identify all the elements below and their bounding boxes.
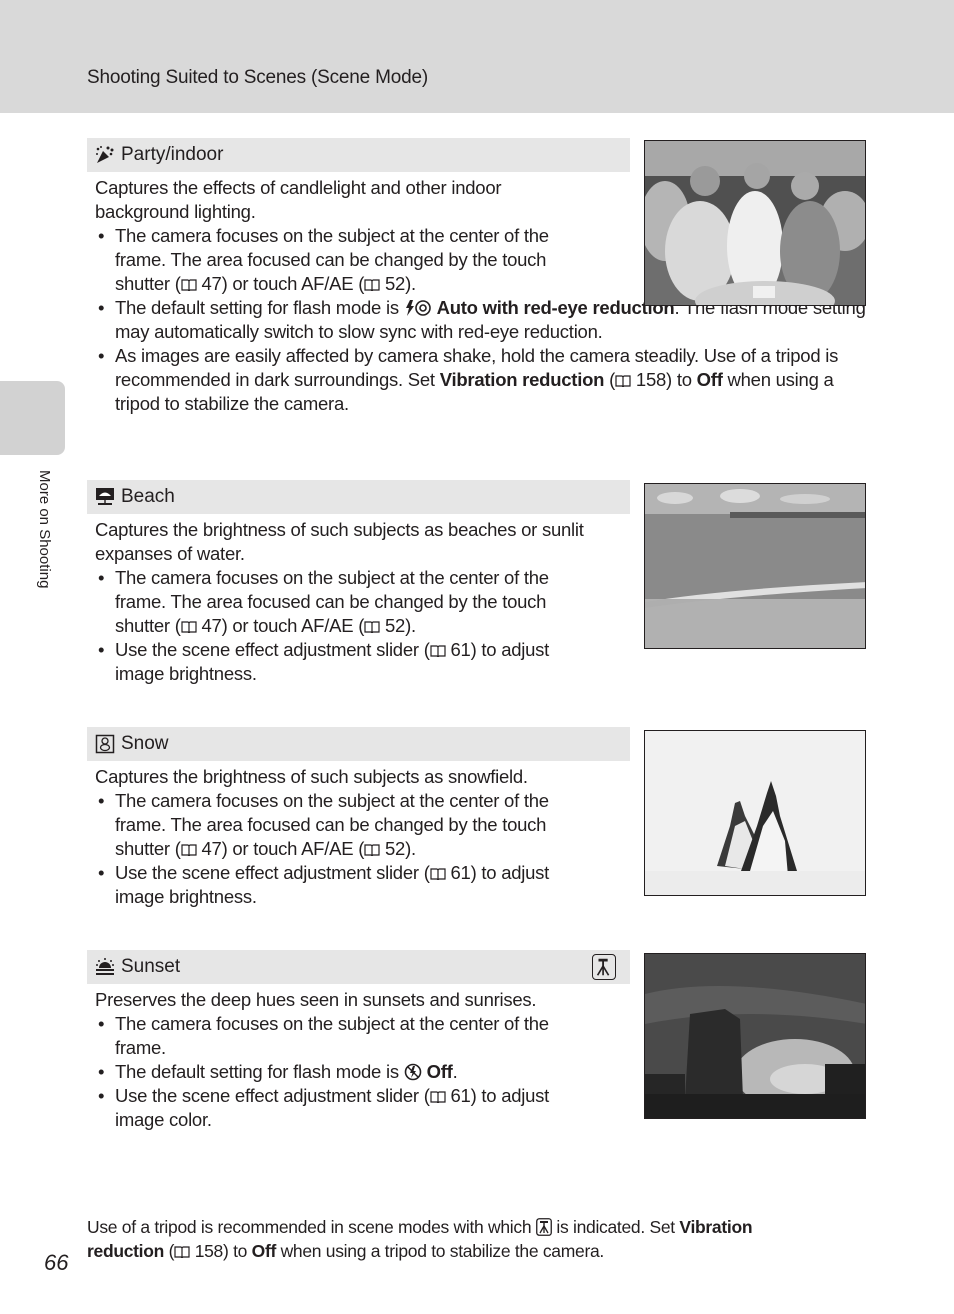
- section-heading: Beach: [87, 480, 630, 514]
- section-title: Beach: [121, 486, 175, 507]
- chapter-tab: [0, 381, 65, 455]
- party-photo: [644, 140, 866, 306]
- section-heading: Party/indoor: [87, 138, 630, 172]
- book-reference-icon: [364, 279, 380, 291]
- list-item: The camera focuses on the subject at the…: [95, 789, 575, 861]
- party-indoor-icon: [96, 146, 114, 163]
- section-description: Captures the effects of candlelight and …: [95, 177, 502, 222]
- section-description: Preserves the deep hues seen in sunsets …: [95, 989, 537, 1010]
- section-beach: Beach Captures the brightness of such su…: [87, 480, 630, 686]
- book-reference-icon: [181, 279, 197, 291]
- tripod-icon: [592, 954, 616, 980]
- page-title: Shooting Suited to Scenes (Scene Mode): [87, 67, 428, 88]
- beach-icon: [96, 488, 114, 505]
- list-item: The camera focuses on the subject at the…: [95, 1012, 585, 1060]
- list-item: The camera focuses on the subject at the…: [95, 224, 575, 296]
- section-sunset: Sunset Preserves the deep hues seen in s…: [87, 950, 630, 1132]
- section-description: Captures the brightness of such subjects…: [95, 519, 584, 564]
- book-reference-icon: [181, 844, 197, 856]
- section-party-indoor: Party/indoor Captures the effects of can…: [87, 138, 866, 416]
- list-item: Use the scene effect adjustment slider (…: [95, 1084, 595, 1132]
- book-reference-icon: [364, 621, 380, 633]
- section-title: Snow: [121, 733, 169, 754]
- page-number: 66: [44, 1250, 69, 1275]
- tripod-icon: [535, 1218, 552, 1236]
- section-title: Sunset: [121, 956, 181, 977]
- page-header: Shooting Suited to Scenes (Scene Mode): [0, 0, 954, 113]
- section-snow: Snow Captures the brightness of such sub…: [87, 727, 630, 909]
- tripod-note: Use of a tripod is recommended in scene …: [87, 1217, 753, 1261]
- book-reference-icon: [615, 375, 631, 387]
- list-item: Use the scene effect adjustment slider (…: [95, 638, 595, 686]
- book-reference-icon: [364, 844, 380, 856]
- beach-photo: [644, 483, 866, 649]
- snow-icon: [95, 734, 115, 754]
- flash-red-eye-icon: [405, 300, 431, 316]
- sunset-photo: [644, 953, 866, 1119]
- list-item: Use the scene effect adjustment slider (…: [95, 861, 595, 909]
- chapter-label: More on Shooting: [36, 470, 53, 589]
- section-title: Party/indoor: [121, 144, 224, 165]
- sunset-icon: [96, 958, 114, 975]
- section-description: Captures the brightness of such subjects…: [95, 766, 528, 787]
- section-heading: Snow: [87, 727, 630, 761]
- list-item: As images are easily affected by camera …: [95, 344, 875, 416]
- section-heading: Sunset: [87, 950, 630, 984]
- list-item: The default setting for flash mode is Of…: [95, 1060, 630, 1084]
- flash-off-icon: [404, 1063, 422, 1081]
- book-reference-icon: [430, 1091, 446, 1103]
- snow-photo: [644, 730, 866, 896]
- book-reference-icon: [181, 621, 197, 633]
- book-reference-icon: [430, 645, 446, 657]
- book-reference-icon: [174, 1246, 190, 1258]
- list-item: The camera focuses on the subject at the…: [95, 566, 575, 638]
- book-reference-icon: [430, 868, 446, 880]
